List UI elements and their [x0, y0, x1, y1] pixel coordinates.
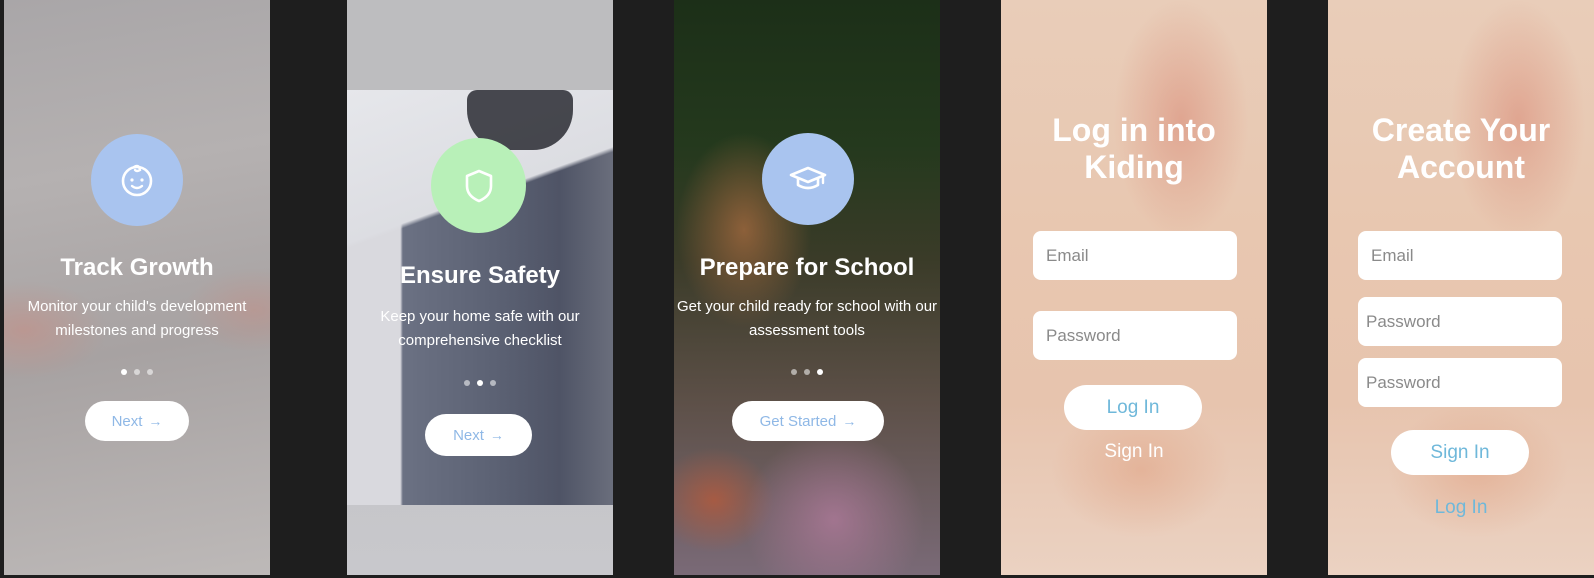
- sign-in-link[interactable]: Sign In: [1001, 441, 1267, 463]
- get-started-button-label: Get Started: [759, 412, 837, 430]
- background-photo: [674, 0, 940, 575]
- pagination-dot-3[interactable]: [490, 380, 496, 386]
- sign-in-button[interactable]: Sign In: [1391, 430, 1529, 475]
- arrow-right-icon: →: [148, 413, 163, 429]
- onboarding-description: Monitor your child's development milesto…: [27, 298, 247, 339]
- background-photo: [1001, 0, 1267, 575]
- onboarding-screen-prepare-for-school: Prepare for School Get your child ready …: [674, 0, 940, 575]
- page-title: Create Your Account: [1371, 112, 1551, 185]
- next-button-label: Next: [111, 412, 143, 430]
- baby-face-icon-circle: [91, 134, 183, 226]
- confirm-password-field[interactable]: Password: [1358, 358, 1562, 407]
- pagination-dot-3[interactable]: [147, 369, 153, 375]
- shield-icon-circle: [431, 138, 526, 233]
- onboarding-title: Prepare for School: [699, 254, 915, 281]
- pagination-dot-1[interactable]: [464, 380, 470, 386]
- onboarding-screen-ensure-safety: Ensure Safety Keep your home safe with o…: [347, 0, 613, 575]
- pagination-dot-2[interactable]: [477, 380, 483, 386]
- onboarding-description: Get your child ready for school with our…: [676, 298, 938, 339]
- background-photo: [4, 0, 270, 575]
- log-in-button[interactable]: Log In: [1064, 385, 1202, 430]
- onboarding-title: Ensure Safety: [399, 262, 561, 289]
- graduation-cap-icon-circle: [762, 133, 854, 225]
- next-button[interactable]: Next →: [425, 414, 532, 456]
- background-photo: [1328, 0, 1594, 575]
- pagination-dot-2[interactable]: [804, 369, 810, 375]
- onboarding-title: Track Growth: [60, 254, 214, 281]
- page-title: Log in into Kiding: [1052, 112, 1216, 185]
- onboarding-description: Keep your home safe with our comprehensi…: [380, 308, 580, 349]
- email-field[interactable]: Email: [1033, 231, 1237, 280]
- get-started-button[interactable]: Get Started →: [732, 401, 884, 441]
- pagination-dots: [347, 380, 613, 386]
- pagination-dot-1[interactable]: [791, 369, 797, 375]
- password-field[interactable]: Password: [1033, 311, 1237, 360]
- password-field[interactable]: Password: [1358, 297, 1562, 346]
- pagination-dot-1[interactable]: [121, 369, 127, 375]
- pagination-dot-3[interactable]: [817, 369, 823, 375]
- log-in-link[interactable]: Log In: [1328, 497, 1594, 519]
- email-field[interactable]: Email: [1358, 231, 1562, 280]
- graduation-cap-icon: [789, 166, 827, 190]
- onboarding-screen-track-growth: Track Growth Monitor your child's develo…: [4, 0, 270, 575]
- pagination-dots: [674, 369, 940, 375]
- pagination-dot-2[interactable]: [134, 369, 140, 375]
- next-button[interactable]: Next →: [85, 401, 189, 441]
- next-button-label: Next: [453, 426, 484, 444]
- shield-icon: [465, 169, 492, 202]
- signup-screen: Create Your Account Email Password Passw…: [1328, 0, 1594, 575]
- arrow-right-icon: →: [842, 413, 857, 429]
- pagination-dots: [4, 369, 270, 375]
- baby-face-icon: [121, 164, 153, 197]
- arrow-right-icon: →: [489, 427, 504, 443]
- login-screen: Log in into Kiding Email Password Log In…: [1001, 0, 1267, 575]
